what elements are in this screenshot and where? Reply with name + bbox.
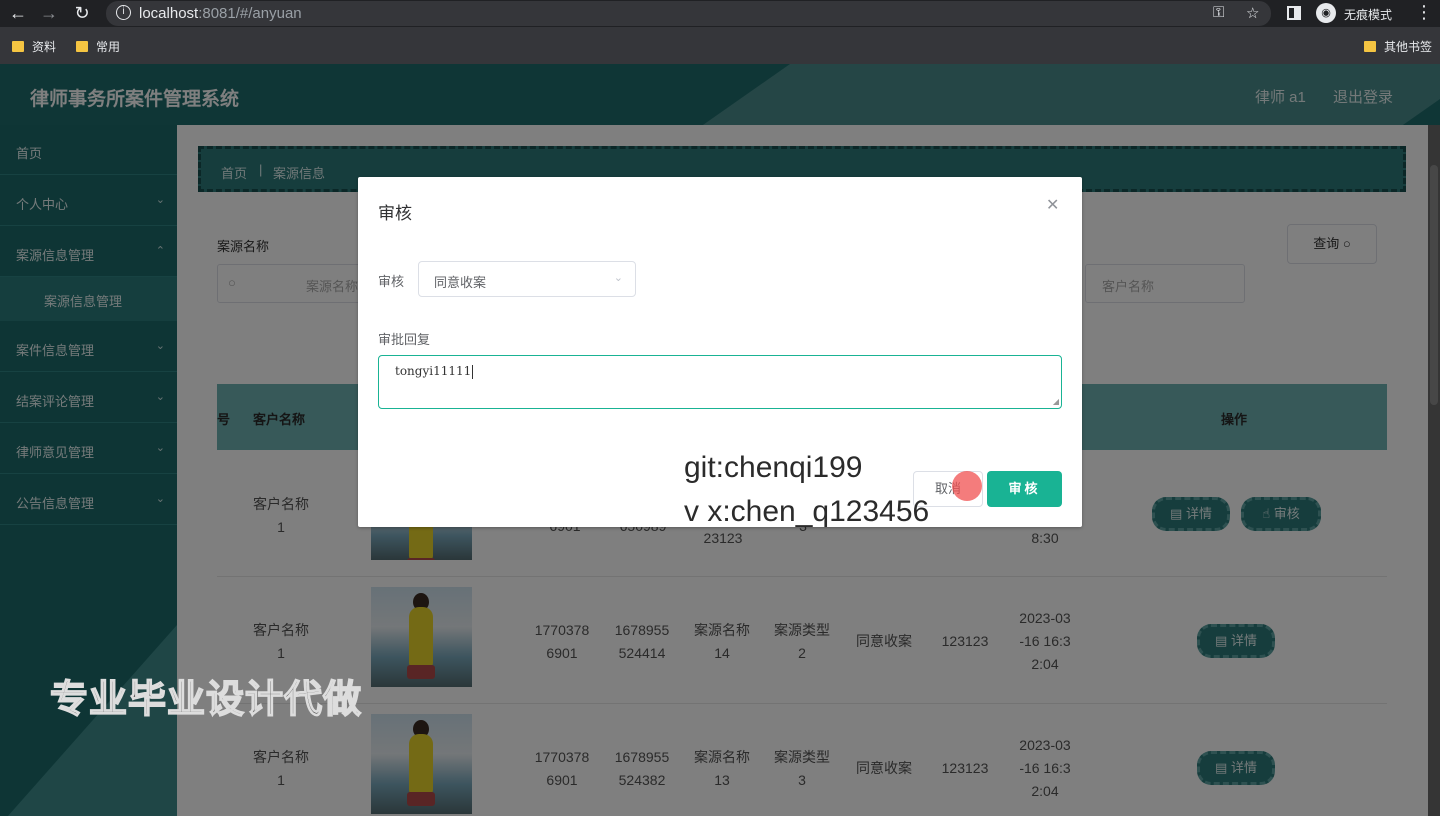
review-select-value: 同意收案: [434, 275, 487, 290]
url-path: :8081/#/anyuan: [198, 5, 302, 22]
menu-icon[interactable]: ⋮: [1415, 2, 1433, 23]
info-icon[interactable]: i: [116, 5, 131, 20]
dialog-title: 审核: [378, 204, 412, 223]
star-icon[interactable]: ☆: [1246, 4, 1259, 22]
forward-icon[interactable]: →: [39, 3, 59, 23]
submit-review-button[interactable]: 审核: [987, 471, 1062, 507]
folder-icon: [76, 41, 88, 52]
bookmark-folder[interactable]: 常用: [76, 38, 120, 55]
reply-text: tongyi11111: [395, 364, 474, 379]
other-bookmarks[interactable]: 其他书签: [1364, 38, 1432, 55]
watermark-contact: git:chenqi199 v x:chen_q123456: [684, 446, 929, 534]
back-icon[interactable]: ←: [8, 3, 28, 23]
folder-icon: [12, 41, 24, 52]
incognito-icon[interactable]: ◉: [1316, 3, 1336, 23]
text-caret: [472, 364, 474, 379]
watermark-banner: 专业毕业设计代做: [49, 678, 363, 722]
review-field-label: 审核: [378, 274, 405, 289]
side-panel-icon[interactable]: [1287, 6, 1301, 20]
watermark-line: v x:chen_q123456: [684, 495, 930, 528]
url-text[interactable]: localhost:8081/#/anyuan: [139, 5, 302, 22]
resize-handle-icon[interactable]: ◢: [1053, 397, 1059, 406]
review-select[interactable]: 同意收案 ⌄: [418, 261, 636, 297]
reload-icon[interactable]: ↻: [72, 3, 92, 23]
close-icon[interactable]: ✕: [1046, 195, 1059, 215]
reply-value: tongyi11111: [395, 364, 472, 378]
address-bar[interactable]: i localhost:8081/#/anyuan ⚿ ☆: [106, 1, 1271, 26]
browser-toolbar: ← → ↻ i localhost:8081/#/anyuan ⚿ ☆ ◉ 无痕…: [0, 0, 1440, 27]
url-host: localhost: [139, 5, 199, 22]
key-icon[interactable]: ⚿: [1213, 4, 1224, 21]
reply-field-label: 审批回复: [378, 332, 431, 347]
reply-textarea[interactable]: tongyi11111 ◢: [378, 355, 1062, 409]
bookmark-folder[interactable]: 资料: [12, 38, 56, 55]
bookmark-label: 资料: [32, 40, 57, 54]
bookmark-label: 其他书签: [1384, 40, 1433, 54]
incognito-label[interactable]: 无痕模式: [1344, 6, 1392, 23]
chevron-down-icon: ⌄: [613, 272, 623, 284]
folder-icon: [1364, 41, 1376, 52]
bookmark-label: 常用: [96, 40, 121, 54]
bookmarks-bar: 资料 常用 其他书签: [0, 27, 1440, 64]
cursor-highlight: [952, 471, 982, 501]
watermark-line: git:chenqi199: [684, 451, 863, 484]
